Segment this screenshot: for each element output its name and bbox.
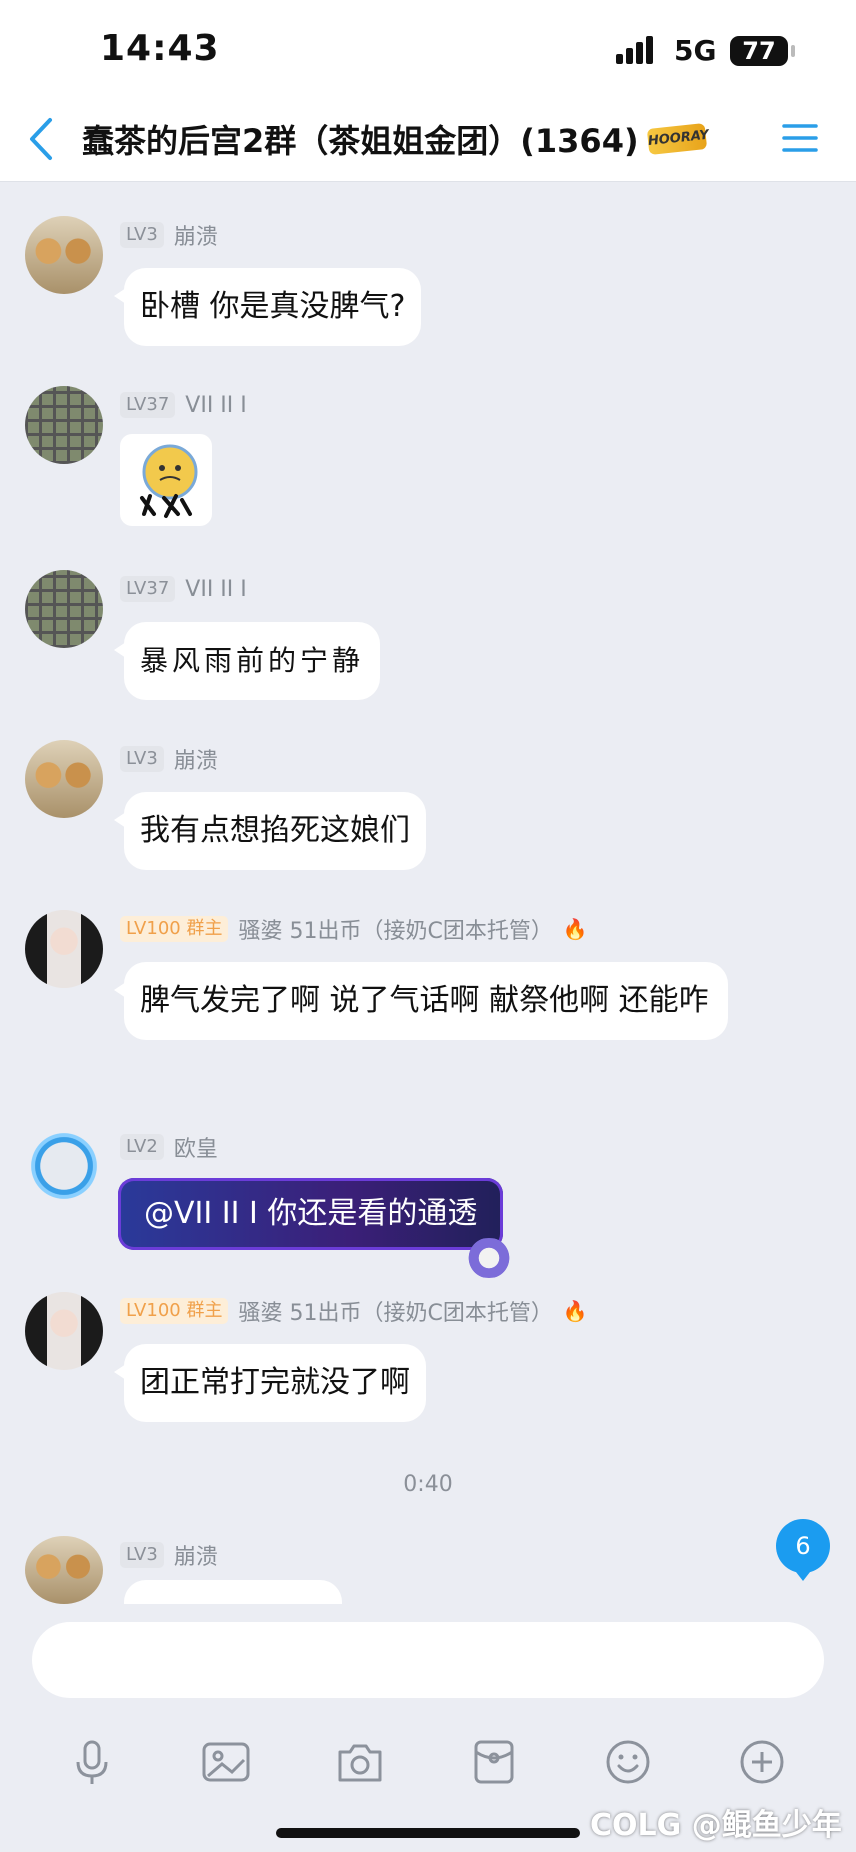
chat-header: 蠢茶的后宫2群（茶姐姐金团）(1364) HOORAY xyxy=(0,96,856,182)
camera-button[interactable] xyxy=(332,1734,388,1790)
level-badge: LV3 xyxy=(120,222,164,248)
sender-name[interactable]: 崩溃 xyxy=(174,1539,218,1571)
sender-name[interactable]: 崩溃 xyxy=(174,743,218,775)
chat-timestamp: 0:40 xyxy=(403,1472,453,1497)
sender-name[interactable]: 骚婆 51出币（接奶C团本托管） xyxy=(238,913,552,945)
message-bubble[interactable]: 团正常打完就没了啊 xyxy=(114,1344,426,1422)
level-value: LV100 xyxy=(126,1300,181,1321)
level-badge: LV3 xyxy=(120,746,164,772)
battery-indicator: 77 xyxy=(730,36,795,66)
message-bubble[interactable]: @VII II I 你还是看的通透 xyxy=(118,1178,504,1250)
message-input[interactable] xyxy=(32,1622,824,1698)
message-meta: LV3 崩溃 xyxy=(120,744,218,774)
menu-icon[interactable] xyxy=(782,120,818,156)
sender-name[interactable]: 欧皇 xyxy=(174,1131,218,1163)
input-area: COLG @鲲鱼少年 xyxy=(0,1604,856,1852)
avatar[interactable] xyxy=(25,910,103,988)
message-meta: LV37 VII II I xyxy=(120,390,247,420)
sticker-image[interactable] xyxy=(120,434,212,526)
level-badge: LV100 群主 xyxy=(120,1298,229,1324)
image-icon xyxy=(202,1742,250,1782)
signal-icon xyxy=(616,36,653,64)
home-indicator[interactable] xyxy=(276,1828,580,1838)
message-bubble[interactable]: 暴风雨前的宁静 xyxy=(113,622,381,700)
group-title[interactable]: 蠢茶的后宫2群（茶姐姐金团）(1364) xyxy=(82,116,639,162)
image-button[interactable] xyxy=(198,1734,254,1790)
avatar[interactable] xyxy=(25,386,103,464)
unread-count-badge[interactable]: 6 xyxy=(776,1519,830,1581)
level-value: LV100 xyxy=(126,918,181,939)
avatar[interactable] xyxy=(25,216,103,294)
owner-role: 群主 xyxy=(186,918,223,939)
message-meta: LV3 崩溃 xyxy=(120,1540,218,1570)
microphone-icon xyxy=(76,1740,108,1784)
avatar[interactable] xyxy=(25,1292,103,1370)
level-badge: LV2 xyxy=(120,1134,164,1160)
status-bar: 14:43 5G 77 xyxy=(0,0,856,96)
owner-role: 群主 xyxy=(186,1300,223,1321)
group-badge: HOORAY xyxy=(646,123,710,155)
message-bubble[interactable]: 脾气发完了啊 说了气话啊 献祭他啊 还能咋 xyxy=(114,962,728,1040)
message-bubble[interactable]: 卧槽 你是真没脾气? xyxy=(113,268,422,346)
flame-icon: 🔥 xyxy=(562,1299,588,1323)
message-meta: LV100 群主 骚婆 51出币（接奶C团本托管） 🔥 xyxy=(120,914,588,944)
avatar[interactable] xyxy=(25,1536,103,1604)
message-bubble[interactable]: 我有点想掐死这娘们 xyxy=(114,792,426,870)
avatar[interactable] xyxy=(25,740,103,818)
avatar[interactable] xyxy=(18,1120,110,1212)
bubble-decoration xyxy=(462,1238,516,1278)
emoji-button[interactable] xyxy=(600,1734,656,1790)
emoji-icon xyxy=(606,1740,650,1784)
message-meta: LV37 VII II I xyxy=(120,574,247,604)
level-badge: LV3 xyxy=(120,1542,164,1568)
level-badge: LV100 群主 xyxy=(120,916,229,942)
level-badge: LV37 xyxy=(120,392,176,418)
message-meta: LV3 崩溃 xyxy=(120,220,218,250)
red-packet-icon xyxy=(474,1740,514,1784)
sender-name[interactable]: VII II I xyxy=(185,393,246,418)
level-badge: LV37 xyxy=(120,576,176,602)
message-meta: LV100 群主 骚婆 51出币（接奶C团本托管） 🔥 xyxy=(120,1296,588,1326)
sender-name[interactable]: 骚婆 51出币（接奶C团本托管） xyxy=(238,1295,552,1327)
flame-icon: 🔥 xyxy=(562,917,588,941)
red-packet-button[interactable] xyxy=(466,1734,522,1790)
status-time: 14:43 xyxy=(100,28,220,69)
message-bubble[interactable] xyxy=(124,1580,342,1604)
back-icon[interactable] xyxy=(26,116,56,162)
more-button[interactable] xyxy=(734,1734,790,1790)
sender-name[interactable]: 崩溃 xyxy=(174,219,218,251)
message-meta: LV2 欧皇 xyxy=(120,1132,218,1162)
avatar[interactable] xyxy=(25,570,103,648)
watermark: COLG @鲲鱼少年 xyxy=(590,1808,842,1843)
sticker-face-icon xyxy=(140,444,198,518)
network-type: 5G xyxy=(674,34,717,67)
voice-button[interactable] xyxy=(64,1734,120,1790)
plus-icon xyxy=(740,1740,784,1784)
sender-name[interactable]: VII II I xyxy=(185,577,246,602)
camera-icon xyxy=(338,1744,382,1782)
